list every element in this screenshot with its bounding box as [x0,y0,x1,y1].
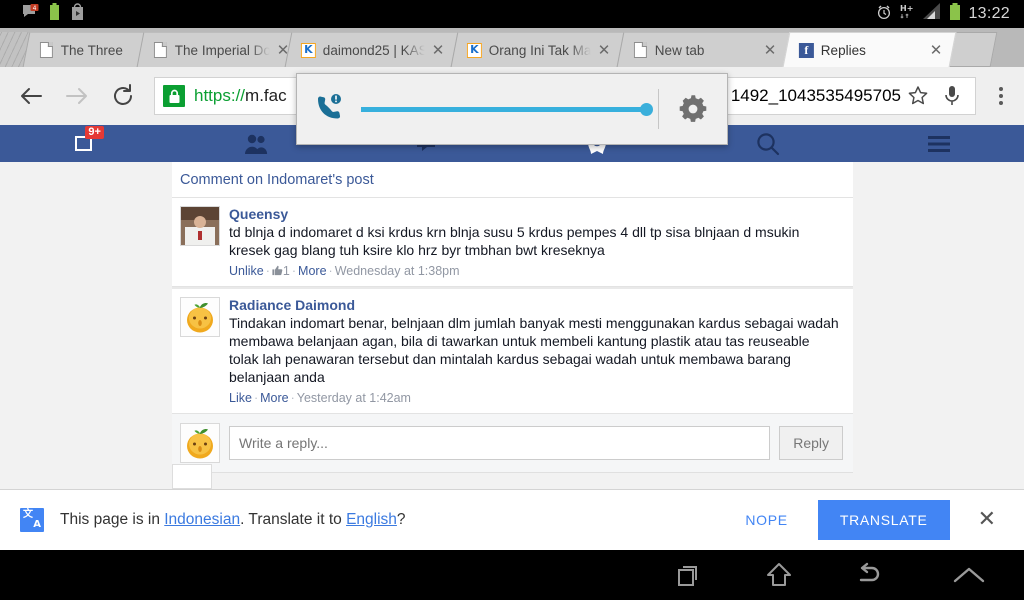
lock-icon[interactable] [163,85,185,107]
like-link[interactable]: Like [229,391,252,405]
translate-button[interactable]: TRANSLATE [817,500,950,540]
status-bar-clock: 13:22 [968,5,1010,22]
device-screen: 4 H+ 13:22 The Three The Imperial Doc ✕ … [0,0,1024,600]
tab-close-button[interactable]: ✕ [761,41,780,59]
url-scheme: https:// [194,86,246,105]
avatar[interactable] [180,423,220,463]
comment-author[interactable]: Radiance Daimond [229,297,843,313]
comment-text: Tindakan indomart benar, belnjaan dlm ju… [229,315,839,385]
comment-timestamp: Yesterday at 1:42am [296,391,411,405]
notification-badge: 9+ [85,126,104,139]
tab-title: Orang Ini Tak Ma [488,42,592,58]
source-language-link[interactable]: Indonesian [164,511,240,528]
back-icon[interactable] [824,550,914,600]
facebook-icon: f [798,42,814,58]
sidebar-item-news-feed[interactable]: 9+ [0,125,171,162]
translate-text-before: This page is in [60,511,165,528]
page-stub-element [172,464,212,489]
tab-title: New tab [654,42,705,58]
gear-icon[interactable] [659,92,727,126]
volume-slider[interactable] [361,94,654,124]
translate-text-after: ? [396,511,406,528]
reply-row: Reply [172,414,853,473]
slider-fill [361,107,647,112]
close-icon[interactable]: ✕ [972,508,1002,532]
chevron-up-icon[interactable] [914,564,1024,586]
tab-title: Replies [820,42,866,58]
microphone-icon[interactable] [935,84,969,108]
browser-tab-2[interactable]: K daimond25 | KAS ✕ [284,32,459,67]
tab-close-button[interactable]: ✕ [429,41,448,59]
url-host: m.fac [245,86,287,105]
translate-infobar: 文A This page is in Indonesian. Translate… [0,489,1024,550]
battery-green-icon [49,3,60,25]
in-call-volume-icon [297,92,361,126]
comment-timestamp: Wednesday at 1:38pm [334,264,460,278]
url-tail: 1492_1043535495705 [730,86,901,105]
comments-card: Comment on Indomaret's post Queensy td b… [172,162,853,473]
star-icon[interactable] [901,85,935,107]
tab-close-button[interactable]: ✕ [927,41,946,59]
comment-body: Radiance Daimond Tindakan indomart benar… [229,297,843,405]
home-icon[interactable] [734,550,824,600]
battery-icon [949,3,961,25]
translate-message: This page is in Indonesian. Translate it… [60,511,406,529]
volume-popup[interactable] [296,73,728,145]
new-tab-button[interactable] [948,32,998,67]
comment-meta: Like · More · Yesterday at 1:42am [229,391,411,405]
browser-tab-3[interactable]: K Orang Ini Tak Ma ✕ [450,32,625,67]
comment-meta: Unlike · 1 · More · Wednesday at 1:38pm [229,264,460,278]
page-content: Comment on Indomaret's post Queensy td b… [0,162,1024,489]
browser-tab-4[interactable]: New tab ✕ [616,32,791,67]
tab-title: The Imperial Doc [174,42,271,58]
signal-icon [923,3,942,25]
kaskus-icon: K [466,42,482,58]
svg-text:H+: H+ [900,4,913,13]
browser-tab-strip: The Three The Imperial Doc ✕ K daimond25… [0,28,1024,67]
comment-text: td blnja d indomaret d ksi krdus krn bln… [229,224,800,258]
avatar[interactable] [180,297,220,337]
unlike-link[interactable]: Unlike [229,264,264,278]
browser-tab-5-active[interactable]: f Replies ✕ [782,32,957,67]
thumbs-up-icon [272,264,283,278]
back-arrow-icon[interactable] [8,73,54,119]
comment-item: Radiance Daimond Tindakan indomart benar… [172,287,853,414]
document-icon [153,42,168,58]
android-status-bar: 4 H+ 13:22 [0,0,1024,28]
alarm-icon [876,4,892,25]
target-language-link[interactable]: English [346,511,397,528]
tab-title: daimond25 | KAS [322,42,426,58]
overflow-menu-icon[interactable] [986,87,1016,105]
document-icon [633,42,648,58]
recent-apps-icon[interactable] [644,550,734,600]
tab-close-button[interactable]: ✕ [595,41,614,59]
messages-icon: 4 [22,3,39,25]
page-title: Comment on Indomaret's post [172,162,853,198]
comment-author[interactable]: Queensy [229,206,843,222]
more-link[interactable]: More [260,391,288,405]
comment-body: Queensy td blnja d indomaret d ksi krdus… [229,206,843,278]
reply-button[interactable]: Reply [779,426,843,460]
svg-text:4: 4 [33,5,37,12]
status-bar-left-icons: 4 [8,3,85,25]
play-store-icon [70,3,85,25]
document-icon [39,42,54,58]
android-navigation-bar [0,550,1024,600]
translate-icon: 文A [20,508,44,532]
nope-button[interactable]: NOPE [729,504,803,536]
status-bar-right-icons: H+ 13:22 [876,3,1016,25]
hspa-icon: H+ [899,3,916,25]
reply-input[interactable] [229,426,771,460]
reload-icon[interactable] [100,73,146,119]
comment-item: Queensy td blnja d indomaret d ksi krdus… [172,198,853,287]
forward-arrow-icon [54,73,100,119]
more-menu-icon[interactable] [853,125,1024,162]
kaskus-icon: K [300,42,316,58]
more-link[interactable]: More [298,264,326,278]
like-count: 1 [282,264,290,278]
translate-text-middle: . Translate it to [240,511,347,528]
avatar[interactable] [180,206,220,246]
slider-thumb[interactable] [640,103,654,116]
browser-tab-1[interactable]: The Imperial Doc ✕ [136,32,304,67]
